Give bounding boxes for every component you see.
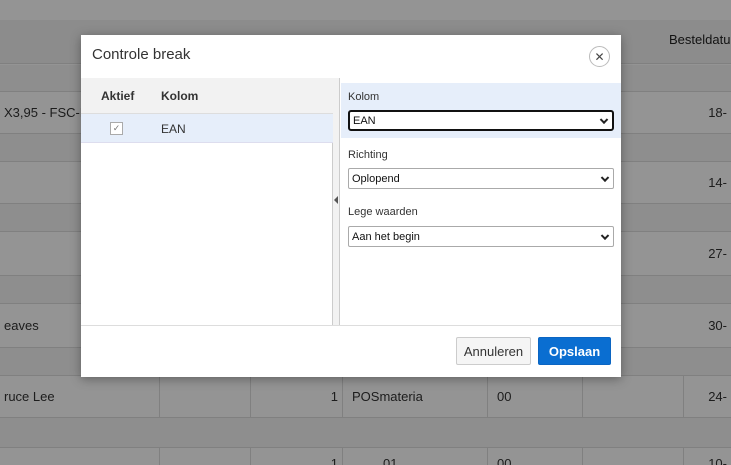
save-button[interactable]: Opslaan bbox=[538, 337, 611, 365]
active-checkbox[interactable]: ✓ bbox=[110, 122, 123, 135]
column-label: Kolom bbox=[348, 91, 380, 103]
list-item-column: EAN bbox=[161, 122, 186, 136]
dialog-footer: Annuleren Opslaan bbox=[81, 325, 621, 377]
header-column: Kolom bbox=[161, 89, 199, 103]
list-item[interactable]: ✓ EAN bbox=[81, 114, 333, 143]
column-select[interactable]: EAN bbox=[348, 110, 614, 131]
empty-values-label: Lege waarden bbox=[348, 206, 418, 218]
direction-select[interactable]: Oplopend bbox=[348, 168, 614, 189]
list-header: Aktief Kolom bbox=[81, 78, 333, 114]
header-active: Aktief bbox=[101, 89, 135, 103]
cancel-button[interactable]: Annuleren bbox=[456, 337, 531, 365]
collapse-arrow-icon[interactable] bbox=[334, 196, 338, 204]
empty-values-select-value: Aan het begin bbox=[352, 230, 420, 243]
break-columns-list: Aktief Kolom ✓ EAN + − ︿ ﹀ bbox=[81, 78, 333, 368]
control-break-dialog: Controle break ✕ Aktief Kolom ✓ EAN + − … bbox=[81, 35, 621, 377]
direction-select-value: Oplopend bbox=[352, 172, 400, 185]
break-settings-panel: Kolom EAN Richting Oplopend Lege waarden… bbox=[341, 78, 621, 325]
chevron-down-icon bbox=[600, 231, 610, 240]
pane-splitter[interactable] bbox=[333, 78, 340, 325]
chevron-down-icon bbox=[600, 173, 610, 182]
chevron-down-icon bbox=[599, 115, 609, 124]
direction-label: Richting bbox=[348, 149, 388, 161]
column-select-value: EAN bbox=[353, 114, 376, 127]
close-icon: ✕ bbox=[594, 49, 605, 64]
dialog-title: Controle break bbox=[92, 46, 191, 63]
empty-values-select[interactable]: Aan het begin bbox=[348, 226, 614, 247]
close-button[interactable]: ✕ bbox=[589, 46, 610, 67]
